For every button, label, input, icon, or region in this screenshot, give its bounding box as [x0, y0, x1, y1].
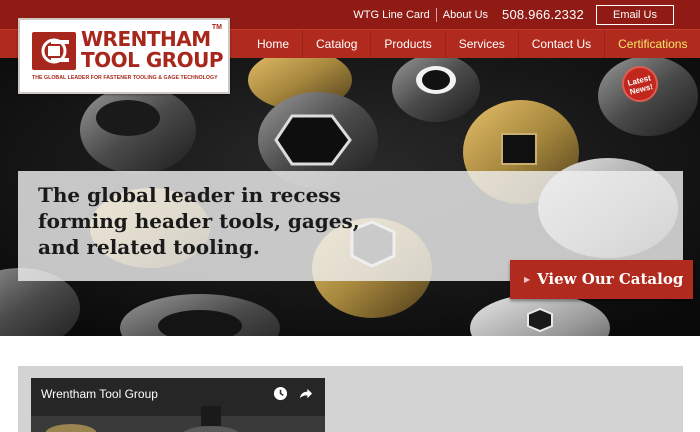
hero-banner: The global leader in recess forming head… — [0, 58, 700, 336]
logo-tagline: THE GLOBAL LEADER FOR FASTENER TOOLING &… — [32, 75, 218, 81]
logo-mark-icon — [32, 32, 76, 70]
view-catalog-button[interactable]: ▶ View Our Catalog — [510, 260, 693, 299]
about-link[interactable]: About Us — [437, 8, 494, 22]
utility-links: WTG Line Card About Us 508.966.2332 Emai… — [347, 4, 674, 25]
phone-number[interactable]: 508.966.2332 — [494, 7, 596, 22]
hero-headline: The global leader in recess forming head… — [38, 183, 360, 259]
logo-wordmark-line1: WRENTHAM — [81, 27, 211, 51]
video-player[interactable]: Wrentham Tool Group — [31, 378, 325, 432]
view-catalog-label: View Our Catalog — [537, 270, 684, 288]
video-panel: Wrentham Tool Group — [18, 366, 683, 432]
nav-catalog[interactable]: Catalog — [302, 30, 370, 59]
nav-certifications[interactable]: Certifications — [604, 30, 700, 59]
page: WTG Line Card About Us 508.966.2332 Emai… — [0, 0, 700, 432]
nav-contact-us[interactable]: Contact Us — [517, 30, 604, 59]
wrentham-logo[interactable]: WRENTHAM TOOL GROUP TM THE GLOBAL LEADER… — [18, 18, 230, 94]
clock-icon[interactable] — [273, 386, 288, 401]
line-card-link[interactable]: WTG Line Card — [347, 7, 437, 22]
nav-services[interactable]: Services — [444, 30, 518, 59]
nav-products[interactable]: Products — [370, 30, 444, 59]
video-title: Wrentham Tool Group — [41, 387, 158, 401]
play-arrow-icon: ▶ — [524, 274, 531, 284]
email-us-button[interactable]: Email Us — [595, 4, 674, 25]
main-nav: Home Catalog Products Services Contact U… — [244, 30, 700, 59]
trademark-symbol: TM — [211, 24, 222, 31]
logo-wordmark-line2: TOOL GROUP — [81, 48, 224, 72]
video-controls — [273, 386, 313, 401]
content-section: Wrentham Tool Group — [0, 336, 700, 432]
nav-home[interactable]: Home — [244, 30, 302, 59]
share-icon[interactable] — [298, 386, 313, 401]
